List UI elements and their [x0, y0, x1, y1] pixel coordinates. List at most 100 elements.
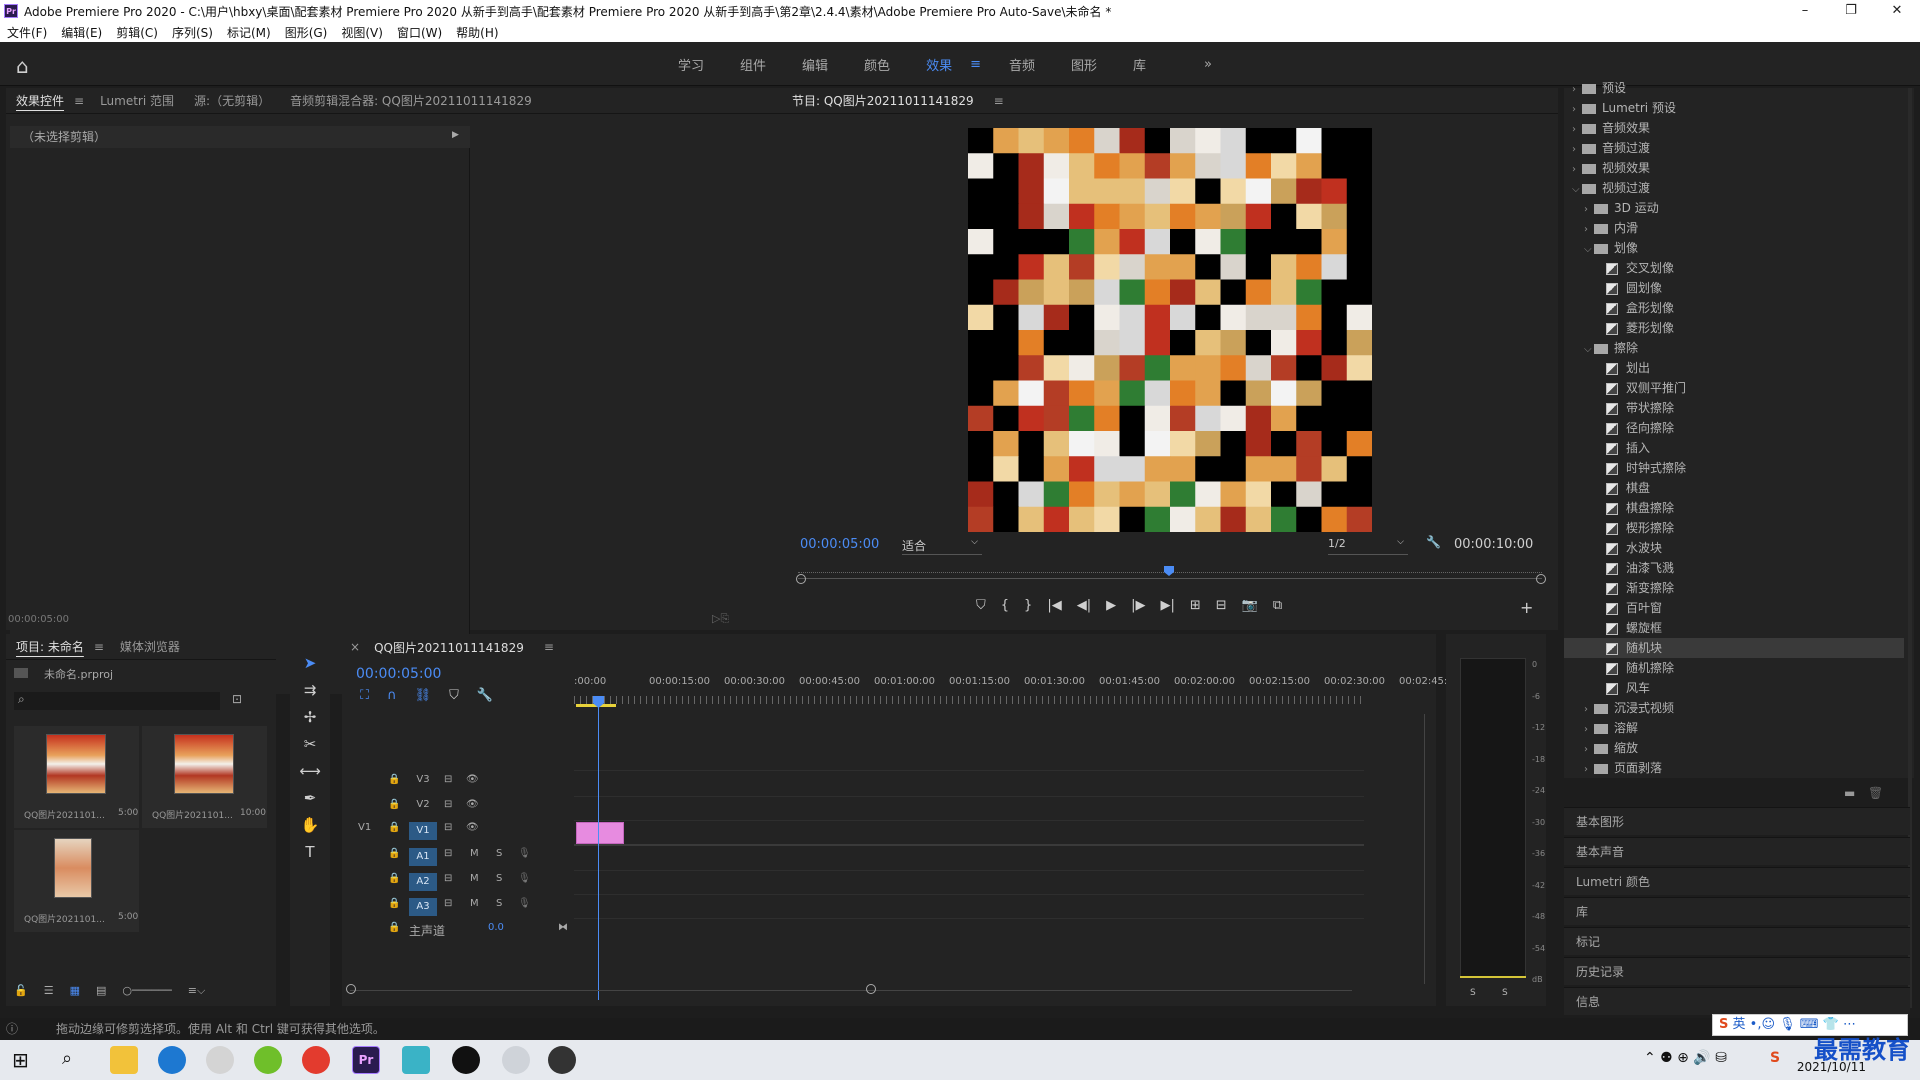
add-marker-icon[interactable]: ⛉: [976, 598, 986, 620]
collapsed-panel[interactable]: Lumetri 颜色: [1564, 867, 1910, 895]
chevron-right-icon[interactable]: ›: [1584, 740, 1594, 760]
menu-edit[interactable]: 编辑(E): [54, 24, 109, 41]
effects-folder[interactable]: › 页面剥落: [1564, 758, 1904, 778]
lift-icon[interactable]: ⊞: [1190, 598, 1201, 620]
project-item[interactable]: QQ图片2021101... 5:00: [14, 726, 139, 828]
sort-icon[interactable]: ≡⌵: [188, 984, 206, 998]
effect-item[interactable]: 径向擦除: [1564, 418, 1904, 438]
razor-tool-icon[interactable]: ✂: [290, 735, 330, 762]
master-volume[interactable]: 0.0: [488, 922, 504, 933]
effect-item[interactable]: 棋盘: [1564, 478, 1904, 498]
lock-icon[interactable]: 🔒: [388, 799, 400, 810]
program-menu-icon[interactable]: ≡: [984, 94, 1014, 108]
track-label[interactable]: V1: [409, 822, 437, 840]
workspace-effects[interactable]: 效果: [908, 55, 970, 74]
zoom-handle-left[interactable]: [796, 574, 806, 584]
effect-item[interactable]: 插入: [1564, 438, 1904, 458]
effect-item[interactable]: 时钟式擦除: [1564, 458, 1904, 478]
collapsed-panel[interactable]: 历史记录: [1564, 957, 1910, 985]
collapsed-panel[interactable]: 标记: [1564, 927, 1910, 955]
effect-item[interactable]: 随机块: [1564, 638, 1904, 658]
ime-mode[interactable]: 英: [1733, 1017, 1746, 1032]
collapsed-panel[interactable]: 基本图形: [1564, 807, 1910, 835]
lock-icon[interactable]: 🔒: [388, 822, 400, 833]
effect-item[interactable]: 棋盘擦除: [1564, 498, 1904, 518]
expand-arrow-icon[interactable]: ▶: [452, 130, 459, 140]
photos-icon[interactable]: [402, 1046, 430, 1074]
mute-button[interactable]: M: [470, 848, 479, 859]
tab-effect-controls[interactable]: 效果控件: [6, 92, 74, 109]
chevron-right-icon[interactable]: ›: [1584, 200, 1594, 220]
mark-out-icon[interactable]: }: [1024, 598, 1032, 620]
effect-item[interactable]: 划出: [1564, 358, 1904, 378]
effects-folder[interactable]: › Lumetri 预设: [1564, 98, 1904, 118]
effect-item[interactable]: 带状擦除: [1564, 398, 1904, 418]
timeline-playhead[interactable]: [598, 702, 599, 1000]
effects-folder[interactable]: › 缩放: [1564, 738, 1904, 758]
effect-item[interactable]: 菱形划像: [1564, 318, 1904, 338]
go-to-in-icon[interactable]: |◀: [1047, 598, 1061, 620]
program-playhead[interactable]: [1164, 566, 1174, 576]
mark-in-icon[interactable]: {: [1001, 598, 1009, 620]
zoom-slider[interactable]: ○──────: [122, 984, 171, 998]
pen-tool-icon[interactable]: ✒: [290, 789, 330, 816]
lock-icon[interactable]: 🔒: [388, 848, 400, 859]
lock-icon[interactable]: 🔒: [388, 873, 400, 884]
workspace-menu-icon[interactable]: ≡: [970, 57, 991, 72]
wrench-icon[interactable]: 🔧: [1426, 535, 1441, 549]
mute-button[interactable]: M: [470, 898, 479, 909]
program-current-time[interactable]: 00:00:05:00: [800, 537, 879, 552]
solo-button[interactable]: S: [496, 848, 502, 859]
sync-lock-icon[interactable]: ⊟: [444, 799, 452, 810]
menu-graphics[interactable]: 图形(G): [278, 24, 335, 41]
more-workspaces-icon[interactable]: »: [1164, 57, 1230, 72]
tab-lumetri-scopes[interactable]: Lumetri 范围: [90, 92, 184, 109]
fit-dropdown[interactable]: 适合 ⌵: [902, 537, 982, 555]
go-to-out-icon[interactable]: ▶|: [1161, 598, 1175, 620]
time-ruler[interactable]: :00:00 00:00:15:00 00:00:30:00 00:00:45:00 0…: [574, 672, 1447, 712]
play-icon[interactable]: ▶: [1106, 598, 1116, 620]
effects-folder[interactable]: ⌵ 视频过渡: [1564, 178, 1904, 198]
effects-folder[interactable]: › 内滑: [1564, 218, 1904, 238]
ripple-edit-tool-icon[interactable]: ✢: [290, 708, 330, 735]
search-icon[interactable]: ⌕: [62, 1048, 72, 1069]
sync-lock-icon[interactable]: ⊟: [444, 848, 452, 859]
export-frame-icon[interactable]: 📷: [1242, 598, 1258, 620]
chevron-right-icon[interactable]: ›: [1584, 700, 1594, 720]
clip-thumbnail[interactable]: [46, 734, 106, 794]
sync-lock-icon[interactable]: ⊟: [444, 898, 452, 909]
collapsed-panel[interactable]: 基本声音: [1564, 837, 1910, 865]
tab-media-browser[interactable]: 媒体浏览器: [110, 638, 190, 655]
solo-button[interactable]: S: [496, 898, 502, 909]
track-label[interactable]: A1: [409, 848, 437, 866]
windows-start-icon[interactable]: ⊞: [12, 1048, 29, 1072]
menu-view[interactable]: 视图(V): [334, 24, 390, 41]
effect-item[interactable]: 双侧平推门: [1564, 378, 1904, 398]
workspace-audio[interactable]: 音频: [991, 55, 1053, 74]
sequence-thumbnail[interactable]: [174, 734, 234, 794]
lock-icon[interactable]: 🔒: [388, 774, 400, 785]
minimize-button[interactable]: –: [1782, 0, 1828, 22]
effect-item[interactable]: 楔形擦除: [1564, 518, 1904, 538]
mic-icon[interactable]: 🎙: [518, 898, 531, 909]
workspace-graphics[interactable]: 图形: [1053, 55, 1115, 74]
sync-lock-icon[interactable]: ⊟: [444, 873, 452, 884]
close-button[interactable]: ✕: [1874, 0, 1920, 22]
eye-icon[interactable]: 👁: [466, 774, 479, 785]
chevron-right-icon[interactable]: ›: [1584, 220, 1594, 240]
effects-folder[interactable]: › 音频过渡: [1564, 138, 1904, 158]
zoom-handle-right[interactable]: [1536, 574, 1546, 584]
chevron-right-icon[interactable]: ›: [1572, 120, 1582, 140]
go-to-end-icon[interactable]: ⧓: [558, 922, 568, 933]
qq-icon[interactable]: [452, 1046, 480, 1074]
panel-menu-icon[interactable]: ≡: [74, 94, 90, 108]
lock-icon[interactable]: 🔓: [14, 984, 28, 998]
effect-item[interactable]: 随机擦除: [1564, 658, 1904, 678]
nest-icon[interactable]: ⛶: [360, 688, 369, 703]
workspace-learn[interactable]: 学习: [660, 55, 722, 74]
effect-item[interactable]: 交叉划像: [1564, 258, 1904, 278]
sync-lock-icon[interactable]: ⊟: [444, 774, 452, 785]
premiere-taskbar-icon[interactable]: Pr: [352, 1046, 380, 1074]
linked-selection-icon[interactable]: ⛓: [415, 688, 432, 703]
chevron-right-icon[interactable]: ›: [1584, 720, 1594, 740]
